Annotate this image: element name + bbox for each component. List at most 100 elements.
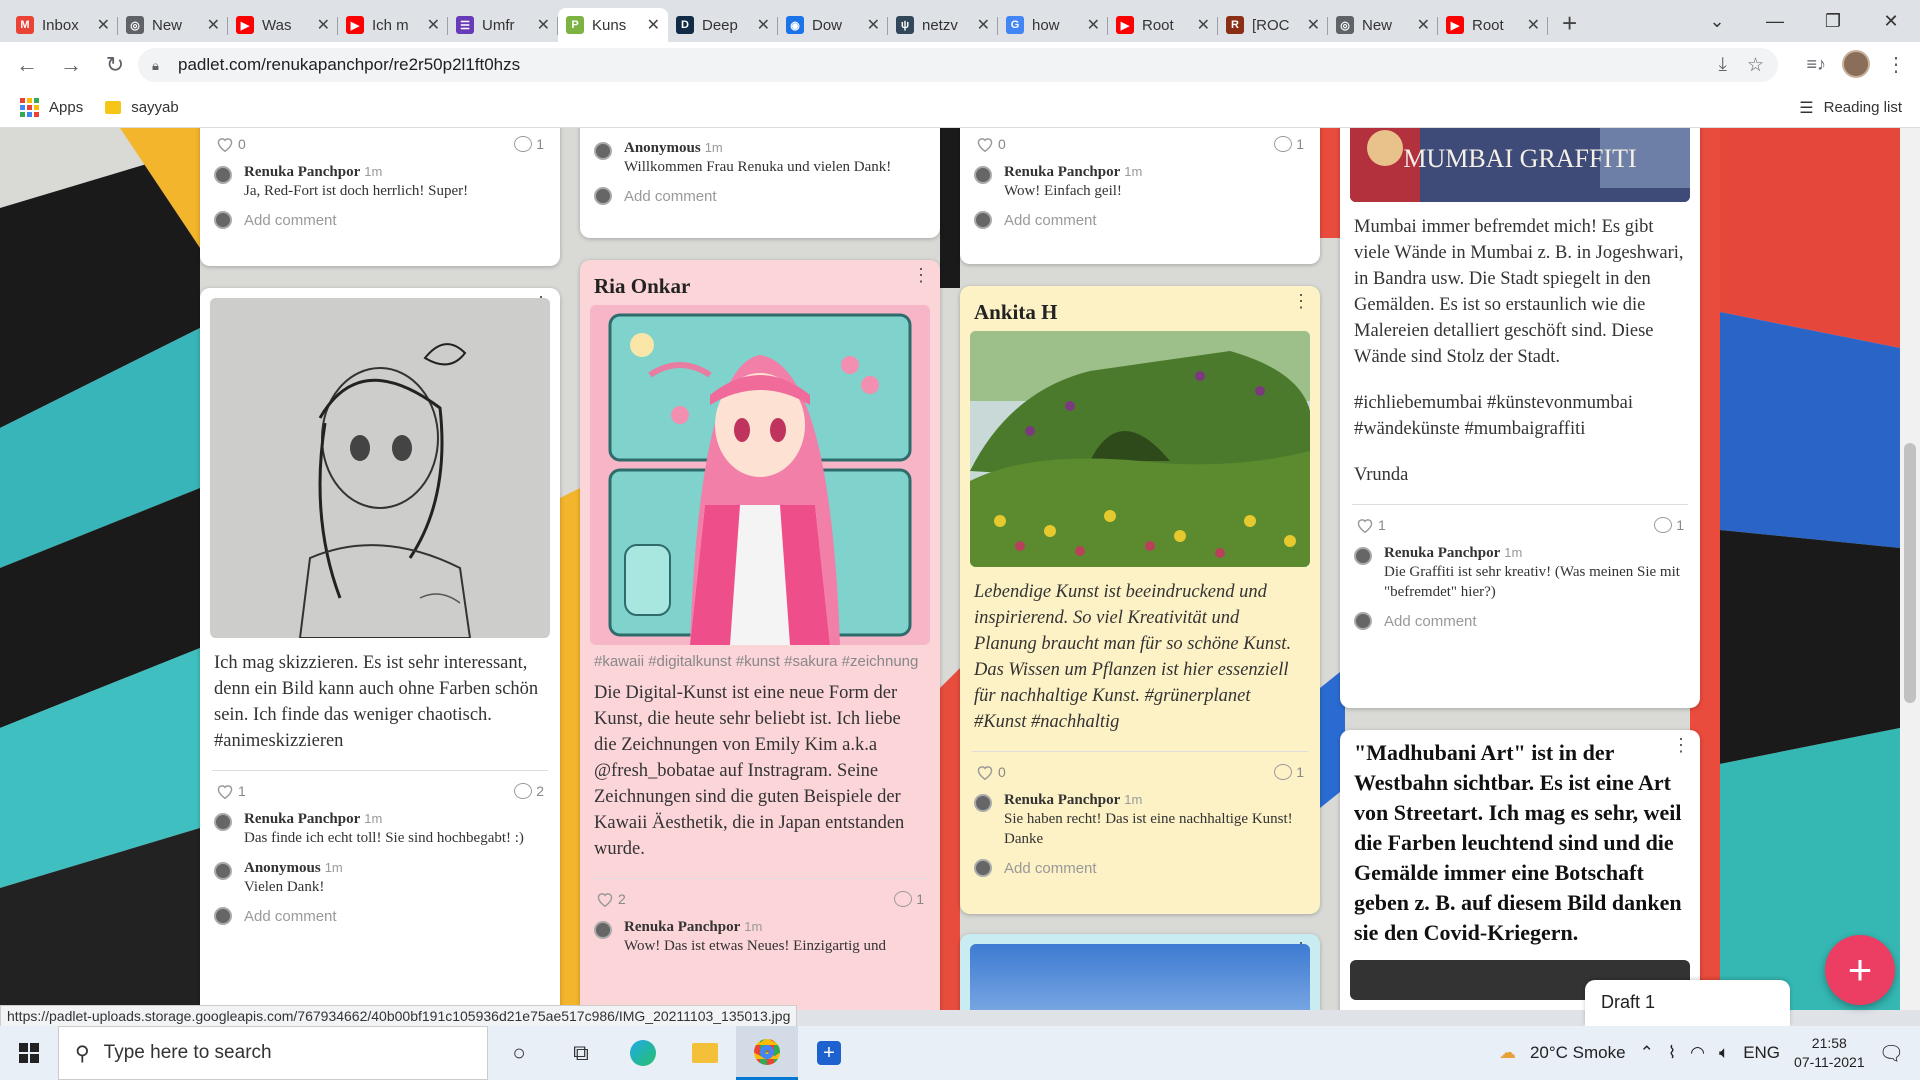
comment-count-button[interactable]: 1 — [894, 891, 924, 907]
browser-tab[interactable]: ▶ Root ✕ — [1108, 8, 1218, 42]
close-tab-icon[interactable]: ✕ — [207, 15, 220, 35]
reading-list-button[interactable]: ☰ Reading list — [1799, 98, 1902, 118]
close-tab-icon[interactable]: ✕ — [867, 15, 880, 35]
close-tab-icon[interactable]: ✕ — [1087, 15, 1100, 35]
post-card-bottom-col3[interactable]: ⋮ — [960, 934, 1320, 1010]
edge-icon[interactable] — [612, 1026, 674, 1080]
green-bridge-image[interactable] — [970, 331, 1310, 567]
like-button[interactable]: 2 — [596, 891, 626, 907]
close-window-icon[interactable]: ✕ — [1862, 11, 1920, 32]
new-tab-button[interactable]: + — [1562, 8, 1577, 39]
add-post-button[interactable]: + — [1825, 935, 1895, 1005]
sayyab-bookmark-folder[interactable]: sayyab — [105, 99, 179, 116]
add-comment-field[interactable]: Add comment — [960, 849, 1320, 887]
medical-app-icon[interactable]: + — [798, 1026, 860, 1080]
browser-tab[interactable]: ▶ Ich m ✕ — [338, 8, 448, 42]
like-button[interactable]: 0 — [976, 764, 1006, 780]
browser-tab[interactable]: Ghow ✕ — [998, 8, 1108, 42]
browser-tab[interactable]: R [ROC ✕ — [1218, 8, 1328, 42]
url-text[interactable]: padlet.com/renukapanchpor/re2r50p2l1ft0h… — [178, 55, 520, 75]
restore-icon[interactable]: ❐ — [1804, 11, 1862, 32]
notifications-icon[interactable]: 🗨︎ — [1879, 1041, 1904, 1066]
language-indicator[interactable]: ENG — [1743, 1043, 1780, 1063]
post-card-welcome[interactable]: Anonymous 1m Willkommen Frau Renuka und v… — [580, 128, 940, 238]
comment-count-button[interactable]: 1 — [1654, 517, 1684, 533]
reload-icon[interactable]: ↻ — [98, 52, 132, 78]
mumbai-graffiti-image[interactable]: MUMBAI GRAFFITI — [1350, 128, 1690, 202]
add-comment-field[interactable]: Add comment — [960, 201, 1320, 239]
url-field[interactable]: 🔒︎ padlet.com/renukapanchpor/re2r50p2l1f… — [138, 48, 1778, 82]
like-button[interactable]: 1 — [1356, 517, 1386, 533]
browser-tab[interactable]: ◎ New ✕ — [118, 8, 228, 42]
comment-count-button[interactable]: 1 — [1274, 764, 1304, 780]
close-tab-icon[interactable]: ✕ — [317, 15, 330, 35]
close-tab-icon[interactable]: ✕ — [97, 15, 110, 35]
media-control-icon[interactable]: ≡♪ — [1806, 54, 1826, 75]
like-button[interactable]: 0 — [976, 136, 1006, 152]
close-tab-icon[interactable]: ✕ — [757, 15, 770, 35]
browser-tab[interactable]: ▶ Was ✕ — [228, 8, 338, 42]
weather-text[interactable]: 20°C Smoke — [1530, 1043, 1626, 1063]
close-tab-icon[interactable]: ✕ — [647, 15, 660, 35]
post-card-madhubani[interactable]: ⋮ "Madhubani Art" ist in der Westbahn si… — [1340, 730, 1700, 1010]
kawaii-image[interactable] — [590, 305, 930, 645]
like-button[interactable]: 1 — [216, 783, 246, 799]
menu-kebab-icon[interactable]: ⋮ — [1886, 52, 1906, 77]
profile-avatar[interactable] — [1842, 50, 1870, 78]
tab-search-icon[interactable]: ⌄ — [1688, 11, 1746, 32]
wifi-icon[interactable]: ◠ — [1690, 1043, 1705, 1063]
close-tab-icon[interactable]: ✕ — [1197, 15, 1210, 35]
close-tab-icon[interactable]: ✕ — [1307, 15, 1320, 35]
apps-bookmark[interactable]: Apps — [20, 98, 83, 117]
volume-icon[interactable]: 🔈︎ — [1719, 1043, 1729, 1063]
close-tab-icon[interactable]: ✕ — [537, 15, 550, 35]
browser-tab[interactable]: M Inbox ✕ — [8, 8, 118, 42]
close-tab-icon[interactable]: ✕ — [427, 15, 440, 35]
post-menu-icon[interactable]: ⋮ — [1292, 292, 1310, 310]
scrollbar-thumb[interactable] — [1904, 443, 1916, 703]
browser-tab[interactable]: ◎ New ✕ — [1328, 8, 1438, 42]
browser-tab[interactable]: ▶ Root ✕ — [1438, 8, 1548, 42]
minimize-icon[interactable]: — — [1746, 11, 1804, 32]
install-icon[interactable]: ⤓ — [1719, 54, 1727, 77]
close-tab-icon[interactable]: ✕ — [977, 15, 990, 35]
bookmark-star-icon[interactable]: ☆ — [1747, 54, 1764, 77]
add-comment-field[interactable]: Add comment — [200, 201, 560, 239]
windows-start-button[interactable] — [0, 1043, 58, 1063]
comment-count-button[interactable]: 1 — [1274, 136, 1304, 152]
post-menu-icon[interactable]: ⋮ — [1672, 736, 1690, 754]
browser-tab[interactable]: ☰ Umfr ✕ — [448, 8, 558, 42]
post-card-ria-onkar[interactable]: ⋮ Ria Onkar #kawaii #digitalkunst #kunst… — [580, 260, 940, 1010]
comment-count-button[interactable]: 1 — [514, 136, 544, 152]
forward-icon[interactable]: → — [54, 52, 88, 78]
comment-count-button[interactable]: 2 — [514, 783, 544, 799]
like-button[interactable]: 0 — [216, 136, 246, 152]
chrome-taskbar-icon[interactable] — [736, 1026, 798, 1080]
clock[interactable]: 21:58 07-11-2021 — [1794, 1034, 1865, 1072]
post-card-ankita-h[interactable]: ⋮ Ankita H Lebendige Kunst ist beeindruc… — [960, 286, 1320, 914]
browser-tab[interactable]: ◉ Dow ✕ — [778, 8, 888, 42]
add-comment-field[interactable]: Add comment — [200, 897, 560, 935]
file-explorer-icon[interactable] — [674, 1026, 736, 1080]
post-card-top-col3[interactable]: 0 1 Renuka Panchpor 1m Wow! Einfach geil!… — [960, 128, 1320, 264]
browser-tab[interactable]: ψ netzv ✕ — [888, 8, 998, 42]
close-tab-icon[interactable]: ✕ — [1417, 15, 1430, 35]
sky-image[interactable] — [970, 944, 1310, 1010]
draft-tab[interactable]: Draft 1 — [1585, 980, 1790, 1026]
post-menu-icon[interactable]: ⋮ — [912, 266, 930, 284]
close-tab-icon[interactable]: ✕ — [1527, 15, 1540, 35]
cortana-icon[interactable]: ○ — [488, 1026, 550, 1080]
browser-tab[interactable]: D Deep ✕ — [668, 8, 778, 42]
browser-tab[interactable]: P Kuns ✕ — [558, 8, 668, 42]
sketch-image[interactable] — [210, 298, 550, 638]
post-card-sketch[interactable]: ⋮ Ich mag skizzieren. Es ist sehr intere… — [200, 288, 560, 1010]
tray-chevron-icon[interactable]: ⌃ — [1640, 1043, 1654, 1063]
add-comment-field[interactable]: Add comment — [580, 177, 940, 215]
add-comment-field[interactable]: Add comment — [1340, 602, 1700, 640]
taskbar-search-field[interactable]: ⚲ Type here to search — [58, 1026, 488, 1080]
post-card-mumbai-graffiti[interactable]: MUMBAI GRAFFITI Mumbai immer befremdet m… — [1340, 128, 1700, 708]
vertical-scrollbar[interactable] — [1900, 128, 1920, 1010]
network-icon[interactable]: ⌇ — [1668, 1043, 1676, 1063]
post-card-red-fort[interactable]: 0 1 Renuka Panchpor 1m Ja, Red-Fort ist d… — [200, 128, 560, 266]
task-view-icon[interactable]: ⧉ — [550, 1026, 612, 1080]
